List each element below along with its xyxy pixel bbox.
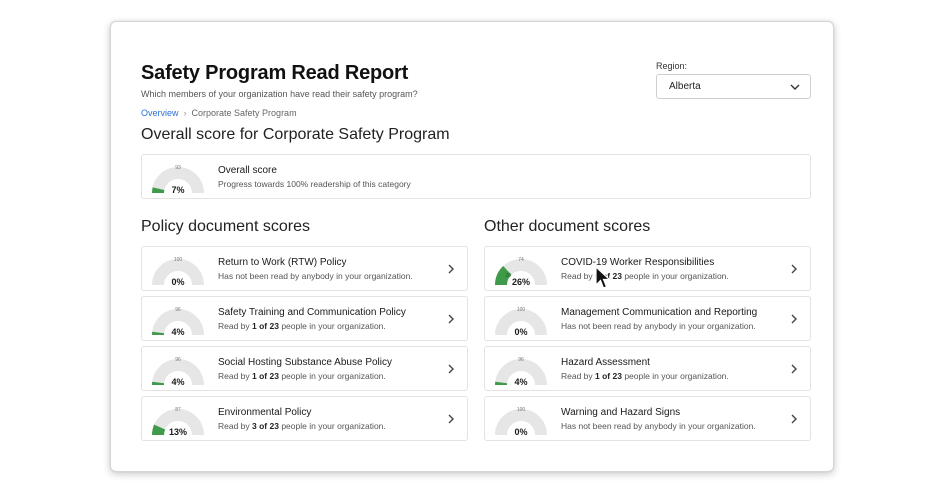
page-title: Safety Program Read Report	[141, 62, 409, 84]
gauge-percent: 13%	[169, 427, 187, 437]
gauge-percent: 0%	[514, 327, 527, 337]
score-gauge: 100 0%	[495, 407, 547, 437]
desc-suffix: people in your organization.	[621, 371, 729, 381]
score-gauge: 93 7%	[151, 165, 204, 195]
card-title: Hazard Assessment	[561, 357, 650, 368]
region-label: Region:	[656, 61, 688, 71]
card-description: Has not been read by anybody in your org…	[218, 271, 413, 281]
gauge-percent: 0%	[514, 427, 527, 437]
card-description: Read by 3 of 23 people in your organizat…	[218, 421, 386, 431]
desc-prefix: Read by	[561, 271, 596, 281]
card-title: Safety Training and Communication Policy	[218, 307, 406, 318]
chevron-right-icon	[448, 414, 454, 424]
gauge-fill-label: 26	[505, 273, 511, 279]
breadcrumb-overview-link[interactable]: Overview	[141, 108, 179, 118]
breadcrumb-current: Corporate Safety Program	[191, 108, 297, 118]
gauge-remaining-label: 96	[518, 357, 524, 363]
overall-heading: Overall score for Corporate Safety Progr…	[141, 126, 450, 143]
card-description: Has not been read by anybody in your org…	[561, 321, 756, 331]
card-title: COVID-19 Worker Responsibilities	[561, 257, 715, 268]
desc-suffix: people in your organization.	[278, 421, 386, 431]
breadcrumb-separator: ›	[183, 108, 187, 118]
read-count: 1 of 23	[595, 371, 622, 381]
gauge-percent: 4%	[514, 377, 527, 387]
gauge-percent: 26%	[512, 277, 530, 287]
chevron-right-icon	[791, 264, 797, 274]
other-document-card[interactable]: 74 26 26% COVID-19 Worker Responsibilities R…	[484, 246, 811, 291]
read-count: 1 of 23	[252, 321, 279, 331]
report-window: Safety Program Read Report Which members…	[110, 21, 834, 472]
desc-suffix: people in your organization.	[278, 321, 386, 331]
card-title: Warning and Hazard Signs	[561, 407, 681, 418]
score-gauge: 74 2626%	[495, 257, 547, 287]
card-description: Progress towards 100% readership of this…	[218, 179, 411, 189]
gauge-percent: 0%	[171, 277, 184, 287]
region-select-value: Alberta	[669, 81, 701, 92]
page-subtitle: Which members of your organization have …	[141, 89, 418, 99]
breadcrumb: Overview › Corporate Safety Program	[141, 108, 297, 118]
other-heading: Other document scores	[484, 218, 651, 235]
gauge-percent: 7%	[171, 185, 184, 195]
chevron-right-icon	[448, 364, 454, 374]
gauge-percent: 4%	[171, 327, 184, 337]
card-title: Return to Work (RTW) Policy	[218, 257, 347, 268]
other-document-card[interactable]: 96 4% Hazard Assessment Read by 1 of 23 peo…	[484, 346, 811, 391]
score-gauge: 100 0%	[152, 257, 204, 287]
card-description: Has not been read by anybody in your org…	[561, 421, 756, 431]
read-count: 6 of 23	[595, 271, 622, 281]
region-select[interactable]: Alberta	[656, 74, 811, 99]
score-gauge: 87 13%	[151, 407, 204, 437]
policy-document-card[interactable]: 100 0% Return to Work (RTW) Policy Has not …	[141, 246, 468, 291]
gauge-percent: 4%	[171, 377, 184, 387]
desc-prefix: Read by	[218, 321, 253, 331]
gauge-remaining-label: 96	[175, 307, 181, 313]
gauge-remaining-label: 100	[517, 307, 526, 313]
card-description: Read by 6 of 23 people in your organizat…	[561, 271, 729, 281]
card-description: Read by 1 of 23 people in your organizat…	[218, 371, 386, 381]
policy-document-card[interactable]: 96 4% Social Hosting Substance Abuse Polic…	[141, 346, 468, 391]
desc-prefix: Read by	[218, 371, 253, 381]
other-document-card[interactable]: 100 0% Management Communication and Report…	[484, 296, 811, 341]
gauge-fill	[151, 424, 166, 436]
gauge-remaining-label: 100	[517, 407, 526, 413]
policy-heading: Policy document scores	[141, 218, 310, 235]
read-count: 1 of 23	[252, 371, 279, 381]
score-gauge: 96 4%	[152, 357, 204, 387]
card-description: Read by 1 of 23 people in your organizat…	[561, 371, 729, 381]
chevron-down-icon	[790, 84, 800, 90]
card-title: Management Communication and Reporting	[561, 307, 758, 318]
gauge-remaining-label: 100	[174, 257, 183, 263]
desc-suffix: people in your organization.	[278, 371, 386, 381]
chevron-right-icon	[791, 314, 797, 324]
policy-document-card[interactable]: 96 4% Safety Training and Communication Po…	[141, 296, 468, 341]
desc-prefix: Read by	[218, 421, 253, 431]
policy-document-card[interactable]: 87 13% Environmental Policy Read by 3 of 23…	[141, 396, 468, 441]
desc-suffix: people in your organization.	[621, 271, 729, 281]
card-title: Overall score	[218, 165, 277, 176]
score-gauge: 96 4%	[152, 307, 204, 337]
gauge-remaining-label: 74	[518, 257, 524, 263]
gauge-remaining-label: 87	[175, 407, 181, 413]
score-gauge: 100 0%	[495, 307, 547, 337]
desc-prefix: Read by	[561, 371, 596, 381]
read-count: 3 of 23	[252, 421, 279, 431]
chevron-right-icon	[791, 364, 797, 374]
score-gauge: 96 4%	[495, 357, 547, 387]
chevron-right-icon	[448, 314, 454, 324]
gauge-remaining-label: 93	[175, 165, 181, 171]
card-title: Social Hosting Substance Abuse Policy	[218, 357, 392, 368]
chevron-right-icon	[448, 264, 454, 274]
overall-score-card: 93 7% Overall score Progress towards 100% r…	[141, 154, 811, 199]
chevron-right-icon	[791, 414, 797, 424]
gauge-remaining-label: 96	[175, 357, 181, 363]
other-document-card[interactable]: 100 0% Warning and Hazard Signs Has not bee…	[484, 396, 811, 441]
card-title: Environmental Policy	[218, 407, 312, 418]
card-description: Read by 1 of 23 people in your organizat…	[218, 321, 386, 331]
